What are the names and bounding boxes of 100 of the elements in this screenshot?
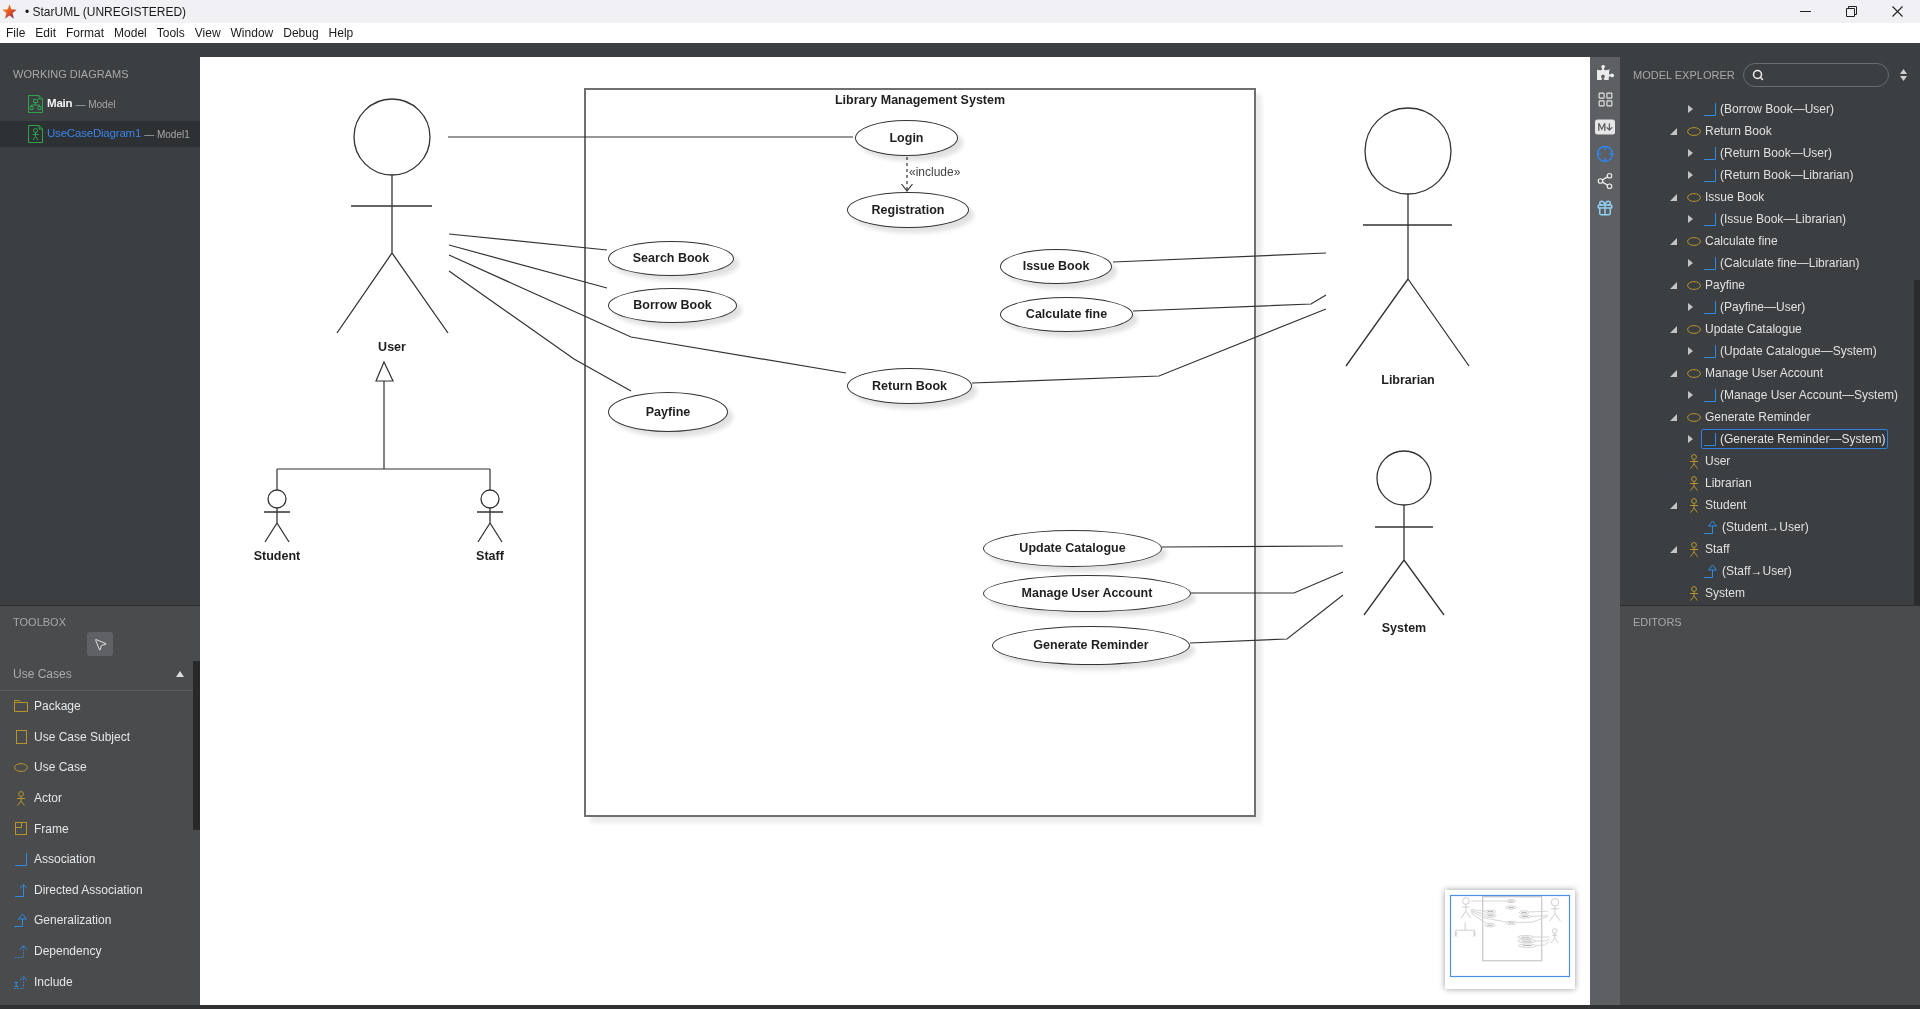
stick-figure-icon bbox=[1689, 497, 1699, 513]
tree-item[interactable]: (Borrow Book—User) bbox=[1701, 99, 1838, 119]
ellipse-icon bbox=[1687, 324, 1701, 334]
toolbox-item[interactable]: Generalization bbox=[0, 905, 193, 936]
scrollbar-thumb[interactable] bbox=[193, 661, 200, 830]
tree-item[interactable]: (Generate Reminder—System) bbox=[1701, 429, 1889, 449]
caret-icon[interactable] bbox=[1688, 259, 1693, 267]
search-field[interactable] bbox=[1742, 63, 1889, 87]
toolbox-item[interactable]: Include bbox=[0, 966, 193, 997]
tree-item[interactable]: (Return Book—Librarian) bbox=[1701, 165, 1857, 185]
menu-item[interactable]: Format bbox=[61, 23, 110, 43]
folder-icon bbox=[14, 700, 28, 713]
tree-item[interactable]: System bbox=[1684, 583, 1748, 603]
menu-item[interactable]: Model bbox=[109, 23, 152, 43]
ellipse-icon bbox=[1687, 412, 1701, 422]
toolbox-item[interactable]: Frame bbox=[0, 813, 193, 844]
stick-figure-icon bbox=[1689, 585, 1699, 601]
menu-item[interactable]: Edit bbox=[30, 23, 62, 43]
toolbox-item[interactable]: Directed Association bbox=[0, 874, 193, 906]
corner-line-icon bbox=[1704, 102, 1716, 116]
caret-icon[interactable] bbox=[1670, 325, 1677, 333]
actor-name: Staff bbox=[476, 548, 504, 564]
caret-icon[interactable] bbox=[1688, 171, 1693, 179]
tree-item[interactable]: (Update Catalogue—System) bbox=[1701, 341, 1880, 361]
caret-icon[interactable] bbox=[1688, 215, 1693, 223]
toolbox-item[interactable]: Use Case bbox=[0, 752, 193, 783]
layout-grid-icon[interactable] bbox=[1596, 91, 1614, 108]
corner-line-icon bbox=[1704, 344, 1716, 358]
menu-item[interactable]: Help bbox=[323, 23, 359, 43]
caret-icon[interactable] bbox=[1670, 127, 1677, 135]
tree-item[interactable]: Issue Book bbox=[1684, 187, 1768, 207]
tree-item[interactable]: User bbox=[1684, 451, 1734, 471]
caret-icon[interactable] bbox=[1670, 281, 1677, 289]
stick-figure-icon bbox=[1689, 541, 1699, 557]
tree-item[interactable]: (Manage User Account—System) bbox=[1701, 385, 1902, 405]
toolbox-item[interactable]: Use Case Subject bbox=[0, 721, 193, 753]
toolbox-item[interactable]: Package bbox=[0, 691, 193, 722]
tree-item[interactable]: (Issue Book—Librarian) bbox=[1701, 209, 1850, 229]
diagram-item[interactable]: Main — Model bbox=[0, 91, 200, 117]
tree-item[interactable]: Manage User Account bbox=[1684, 363, 1827, 383]
caret-icon[interactable] bbox=[1670, 369, 1677, 377]
stick-figure-icon bbox=[1689, 453, 1699, 469]
caret-icon[interactable] bbox=[1670, 413, 1677, 421]
window-title: • StarUML (UNREGISTERED) bbox=[25, 3, 187, 21]
use-case-oval: Payfine bbox=[608, 392, 728, 432]
corner-line-icon bbox=[1704, 146, 1716, 160]
use-case-oval: Login bbox=[855, 120, 958, 156]
tree-item[interactable]: (Student→User) bbox=[1701, 517, 1812, 537]
diagram-thumbnail[interactable] bbox=[1449, 894, 1571, 978]
tree-item[interactable]: (Payfine—User) bbox=[1701, 297, 1809, 317]
tree-item[interactable]: (Calculate fine—Librarian) bbox=[1701, 253, 1863, 273]
menu-item[interactable]: Window bbox=[225, 23, 279, 43]
panel-title: MODEL EXPLORER bbox=[1633, 68, 1735, 83]
toolbox-item[interactable]: Actor bbox=[0, 782, 193, 814]
corner-line-icon bbox=[1704, 168, 1716, 182]
toolbox-item[interactable]: Dependency bbox=[0, 935, 193, 967]
use-case-oval: Registration bbox=[847, 192, 969, 228]
use-case-oval: Update Catalogue bbox=[983, 530, 1162, 567]
share-icon[interactable] bbox=[1596, 171, 1614, 190]
sort-arrows-icon[interactable] bbox=[1899, 69, 1907, 81]
pointer-tool-button[interactable] bbox=[87, 632, 113, 656]
toolbox-item[interactable]: Association bbox=[0, 843, 193, 875]
tree-item[interactable]: Return Book bbox=[1684, 121, 1775, 141]
caret-icon[interactable] bbox=[1688, 303, 1693, 311]
corner-line-icon bbox=[15, 852, 27, 866]
menu-item[interactable]: View bbox=[189, 23, 226, 43]
panel-title: EDITORS bbox=[1633, 615, 1682, 629]
gift-icon[interactable] bbox=[1596, 198, 1614, 217]
hollow-arrow-icon bbox=[1704, 520, 1718, 534]
caret-icon[interactable] bbox=[1670, 545, 1677, 553]
diagram-item[interactable]: UseCaseDiagram1 — Model1 bbox=[0, 121, 200, 147]
caret-icon[interactable] bbox=[1670, 501, 1677, 509]
caret-icon[interactable] bbox=[1670, 237, 1677, 245]
scrollbar-thumb[interactable] bbox=[1914, 280, 1920, 605]
tree-item[interactable]: (Staff→User) bbox=[1701, 561, 1795, 581]
use-case-oval: Manage User Account bbox=[983, 575, 1191, 612]
tree-item[interactable]: Payfine bbox=[1684, 275, 1749, 295]
minimize-icon bbox=[1799, 11, 1811, 12]
tree-item[interactable]: Staff bbox=[1684, 539, 1733, 559]
caret-icon[interactable] bbox=[1688, 105, 1693, 113]
ellipse-icon bbox=[1687, 368, 1701, 378]
tree-item[interactable]: Librarian bbox=[1684, 473, 1755, 493]
menu-item[interactable]: Tools bbox=[151, 23, 190, 43]
actor-name: Librarian bbox=[1381, 372, 1435, 388]
tree-item[interactable]: Generate Reminder bbox=[1684, 407, 1814, 427]
caret-icon[interactable] bbox=[1688, 149, 1693, 157]
tree-item[interactable]: Calculate fine bbox=[1684, 231, 1781, 251]
caret-icon[interactable] bbox=[1688, 391, 1693, 399]
menu-item[interactable]: Debug bbox=[278, 23, 324, 43]
caret-icon[interactable] bbox=[1688, 347, 1693, 355]
tree-item[interactable]: Update Catalogue bbox=[1684, 319, 1805, 339]
menu-item[interactable]: File bbox=[1, 23, 31, 43]
search-icon bbox=[1751, 69, 1764, 81]
dashed-arrow-icon bbox=[14, 944, 28, 959]
tree-item[interactable]: (Return Book—User) bbox=[1701, 143, 1836, 163]
puzzle-icon[interactable] bbox=[1596, 64, 1614, 81]
tree-item[interactable]: Student bbox=[1684, 495, 1750, 515]
caret-icon[interactable] bbox=[1670, 193, 1677, 201]
hierarchy-document-icon bbox=[28, 95, 43, 113]
caret-icon[interactable] bbox=[1688, 435, 1693, 443]
